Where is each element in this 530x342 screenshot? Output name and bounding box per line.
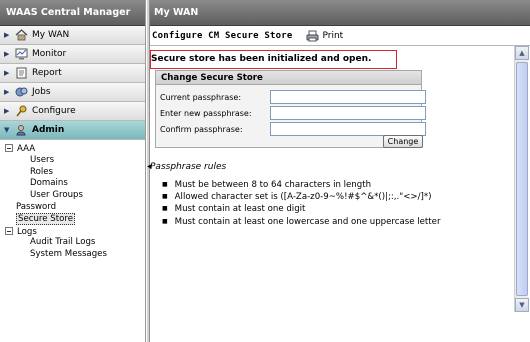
app-title: WAAS Central Manager (0, 0, 145, 26)
sidebar: WAAS Central Manager ▶ My WAN ▶ Monitor … (0, 0, 146, 342)
scroll-down-icon[interactable]: ▼ (515, 298, 529, 312)
nav-my-wan[interactable]: ▶ My WAN (0, 26, 145, 45)
tree-aaa[interactable]: AAA (0, 143, 145, 155)
nav-monitor[interactable]: ▶ Monitor (0, 45, 145, 64)
print-button[interactable]: Print (306, 30, 343, 42)
nav-monitor-label: Monitor (32, 49, 67, 59)
jobs-icon (14, 86, 28, 98)
nav-configure[interactable]: ▶ Configure (0, 102, 145, 121)
scrollbar-thumb[interactable] (516, 62, 528, 296)
rule-item: Must contain at least one digit (162, 203, 440, 215)
main-title: My WAN (150, 0, 530, 26)
tree-users[interactable]: Users (0, 155, 145, 167)
collapse-box-icon[interactable] (5, 226, 13, 235)
expand-arrow-icon: ▶ (4, 50, 10, 58)
collapse-box-icon[interactable] (5, 144, 13, 152)
nav-configure-label: Configure (32, 106, 76, 116)
printer-icon (306, 30, 319, 41)
nav-jobs[interactable]: ▶ Jobs (0, 83, 145, 102)
nav-admin-label: Admin (32, 125, 65, 135)
admin-icon (14, 124, 28, 136)
new-passphrase-input[interactable] (270, 106, 426, 120)
nav-report-label: Report (32, 68, 62, 78)
nav-admin[interactable]: ▼ Admin (0, 121, 145, 140)
admin-tree: AAA Users Roles Domains User Groups Pass… (0, 140, 145, 261)
nav-my-wan-label: My WAN (32, 30, 70, 40)
vertical-scrollbar[interactable]: ▲ ▼ (514, 46, 529, 312)
nav-jobs-label: Jobs (32, 87, 51, 97)
current-passphrase-label: Current passphrase: (160, 92, 242, 102)
collapse-arrow-icon: ▼ (4, 126, 10, 134)
content-area: Secure store has been initialized and op… (150, 46, 514, 312)
rules-list: Must be between 8 to 64 characters in le… (162, 179, 441, 228)
new-passphrase-row: Enter new passphrase: (160, 106, 426, 120)
confirm-passphrase-input[interactable] (270, 122, 426, 136)
tree-system-messages[interactable]: System Messages (0, 249, 145, 261)
report-icon (14, 67, 28, 79)
expand-arrow-icon: ▶ (4, 88, 10, 96)
rule-item: Must be between 8 to 64 characters in le… (162, 179, 440, 191)
scroll-up-icon[interactable]: ▲ (515, 46, 529, 60)
expand-arrow-icon: ▶ (4, 31, 10, 39)
expand-arrow-icon: ▶ (4, 107, 10, 115)
configure-icon (14, 105, 28, 117)
main-pane: My WAN Configure CM Secure Store Print S… (150, 0, 530, 342)
confirm-passphrase-label: Confirm passphrase: (160, 124, 243, 134)
tree-logs[interactable]: Logs (0, 226, 145, 238)
tree-secure-store[interactable]: Secure Store (0, 212, 145, 226)
nav-report[interactable]: ▶ Report (0, 64, 145, 83)
tree-audit-trail-logs[interactable]: Audit Trail Logs (0, 237, 145, 249)
rules-heading: Passphrase rules (150, 162, 227, 172)
change-button[interactable]: Change (383, 135, 423, 148)
rule-item: Must contain at least one lowercase and … (162, 216, 441, 228)
panel-title: Change Secure Store (156, 71, 421, 85)
toolbar: Configure CM Secure Store Print (150, 26, 530, 46)
tree-password[interactable]: Password (0, 202, 145, 214)
change-secure-store-panel: Change Secure Store Current passphrase: … (155, 70, 426, 148)
confirm-passphrase-row: Confirm passphrase: (160, 122, 426, 136)
home-icon (14, 29, 28, 41)
print-label: Print (322, 30, 344, 41)
page-title: Configure CM Secure Store (152, 30, 293, 41)
current-passphrase-row: Current passphrase: (160, 90, 426, 104)
rule-item: Allowed character set is ([A-Za-z0-9~%!#… (162, 191, 440, 203)
tree-user-groups[interactable]: User Groups (0, 190, 145, 202)
new-passphrase-label: Enter new passphrase: (160, 108, 252, 118)
status-message: Secure store has been initialized and op… (150, 50, 397, 69)
tree-roles[interactable]: Roles (0, 167, 145, 179)
monitor-icon (14, 48, 28, 60)
current-passphrase-input[interactable] (270, 90, 426, 104)
expand-arrow-icon: ▶ (4, 69, 10, 77)
tree-domains[interactable]: Domains (0, 178, 145, 190)
